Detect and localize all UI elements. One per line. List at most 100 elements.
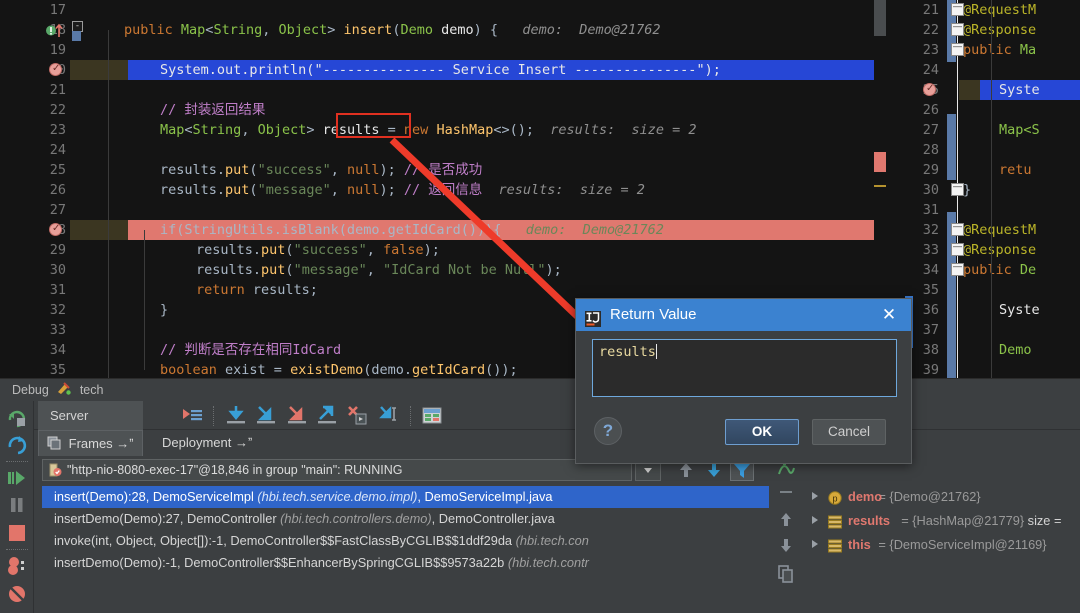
- code-token: return: [196, 282, 253, 298]
- subtab-frames[interactable]: Frames →ˮ: [38, 430, 143, 456]
- code-line[interactable]: public Ma: [963, 40, 1036, 60]
- variables-pane[interactable]: pdemo = {Demo@21762}results = {HashMap@2…: [804, 456, 1080, 613]
- code-line[interactable]: results.put("success", null); // 是否成功: [160, 160, 482, 180]
- breakpoint-icon[interactable]: [49, 63, 62, 76]
- local-variable-icon: [828, 514, 842, 528]
- fold-region-strip[interactable]: [947, 114, 956, 180]
- fold-collapse-icon[interactable]: [951, 263, 964, 276]
- code-line[interactable]: if(StringUtils.isBlank(demo.getIdCard())…: [160, 220, 664, 240]
- evaluate-expression-icon[interactable]: [419, 403, 445, 429]
- code-line[interactable]: @Response: [963, 240, 1036, 260]
- fold-region-strip[interactable]: [72, 31, 81, 41]
- move-down-icon[interactable]: [776, 536, 796, 556]
- error-marker[interactable]: [874, 152, 886, 172]
- frame-package: (hbi.tech.contr: [508, 555, 589, 570]
- code-line[interactable]: // 封装返回结果: [160, 100, 265, 120]
- code-line[interactable]: // 判断是否存在相同IdCard: [160, 340, 341, 360]
- rerun-icon[interactable]: [6, 407, 28, 429]
- frame-list-item[interactable]: insertDemo(Demo):-1, DemoController$$Enh…: [42, 552, 769, 574]
- step-out-icon[interactable]: [314, 403, 340, 429]
- thread-selector[interactable]: "http-nio-8080-exec-17"@18,846 in group …: [42, 459, 632, 481]
- pause-program-icon[interactable]: [6, 494, 28, 516]
- expand-triangle-icon[interactable]: [812, 516, 818, 524]
- code-line[interactable]: System.out.println("--------------- Serv…: [160, 60, 721, 80]
- fold-expand-icon[interactable]: [951, 183, 964, 196]
- rerun-failed-icon[interactable]: [6, 434, 28, 456]
- fold-region-strip[interactable]: [947, 212, 956, 378]
- expand-triangle-icon[interactable]: [812, 540, 818, 548]
- warning-marker[interactable]: [874, 185, 886, 187]
- right-code-editor[interactable]: 21222324252627282930313233343536373839 @…: [905, 0, 1080, 378]
- fold-collapse-icon[interactable]: [951, 43, 964, 56]
- code-line[interactable]: return results;: [196, 280, 318, 300]
- view-breakpoints-icon[interactable]: [6, 555, 28, 577]
- drop-frame-icon[interactable]: [345, 403, 371, 429]
- fold-collapse-icon[interactable]: [951, 223, 964, 236]
- line-number: 30: [8, 260, 70, 280]
- fold-collapse-icon[interactable]: [951, 23, 964, 36]
- code-line[interactable]: @Response: [963, 20, 1036, 40]
- minus-icon[interactable]: [776, 482, 796, 502]
- left-fold-column[interactable]: [70, 0, 84, 378]
- fold-collapse-icon[interactable]: [951, 243, 964, 256]
- frame-package: (hbi.tech.controllers.demo): [280, 511, 432, 526]
- implementing-method-icon[interactable]: [46, 23, 62, 37]
- code-line[interactable]: Syste: [999, 80, 1040, 100]
- move-up-icon[interactable]: [776, 510, 796, 530]
- run-to-cursor-icon[interactable]: [375, 403, 401, 429]
- resume-program-icon[interactable]: [6, 467, 28, 489]
- code-line[interactable]: @RequestM: [963, 0, 1036, 20]
- variable-row[interactable]: results = {HashMap@21779} size =: [804, 510, 1080, 532]
- tab-server[interactable]: Server: [38, 401, 143, 430]
- code-line[interactable]: results.put("message", "IdCard Not be Nu…: [196, 260, 562, 280]
- cancel-button[interactable]: Cancel: [812, 419, 886, 445]
- help-button[interactable]: ?: [594, 417, 622, 445]
- return-value-input[interactable]: results: [592, 339, 897, 397]
- close-icon[interactable]: ✕: [875, 299, 903, 331]
- code-line[interactable]: Syste: [999, 300, 1040, 320]
- breakpoint-icon[interactable]: [923, 83, 936, 96]
- expand-triangle-icon[interactable]: [812, 492, 818, 500]
- line-number: 34: [905, 260, 943, 280]
- fold-collapse-icon[interactable]: [951, 3, 964, 16]
- code-line[interactable]: Demo: [999, 340, 1040, 360]
- code-token: @Response: [963, 22, 1036, 38]
- code-line[interactable]: @RequestM: [963, 220, 1036, 240]
- force-step-into-icon[interactable]: [284, 403, 310, 429]
- code-line[interactable]: results.put("message", null); // 返回信息 re…: [160, 180, 645, 200]
- code-token: demo: [441, 22, 474, 38]
- variable-row[interactable]: pdemo = {Demo@21762}: [804, 486, 1080, 508]
- code-line[interactable]: boolean exist = existDemo(demo.getIdCard…: [160, 360, 518, 378]
- step-over-icon[interactable]: [223, 403, 249, 429]
- local-variable-icon: [828, 538, 842, 552]
- code-token: System.out.println(: [160, 62, 314, 78]
- code-line[interactable]: Map<S: [999, 120, 1040, 140]
- frame-list-item[interactable]: insertDemo(Demo):27, DemoController (hbi…: [42, 508, 769, 530]
- breakpoint-icon[interactable]: [49, 223, 62, 236]
- frame-list-item[interactable]: invoke(int, Object, Object[]):-1, DemoCo…: [42, 530, 769, 552]
- code-line[interactable]: }: [160, 300, 168, 320]
- code-line[interactable]: public Map<String, Object> insert(Demo d…: [124, 20, 661, 40]
- code-token: <: [184, 122, 192, 138]
- stop-icon[interactable]: [6, 522, 28, 544]
- code-line[interactable]: retu: [999, 160, 1032, 180]
- step-into-icon[interactable]: [253, 403, 279, 429]
- subtab-deployment[interactable]: Deployment →ˮ: [154, 430, 260, 456]
- ok-button[interactable]: OK: [725, 419, 799, 445]
- code-token: Demo@21762: [579, 22, 660, 38]
- return-value-dialog[interactable]: Return Value ✕ results ? OK Cancel: [575, 298, 912, 464]
- variable-name: demo: [848, 486, 882, 508]
- left-editor-gutter[interactable]: 17181920212223242526272829303132333435: [8, 0, 70, 378]
- code-line[interactable]: Map<String, Object> results = new HashMa…: [160, 120, 697, 140]
- copy-icon[interactable]: [776, 564, 796, 584]
- code-token: exist =: [225, 362, 290, 378]
- debug-configuration-name: tech: [80, 383, 104, 397]
- code-line[interactable]: }: [963, 180, 971, 200]
- mute-breakpoints-icon[interactable]: [6, 583, 28, 605]
- scrollbar-thumb[interactable]: [874, 0, 886, 36]
- code-line[interactable]: public De: [963, 260, 1036, 280]
- show-execution-point-icon[interactable]: [179, 403, 205, 429]
- code-line[interactable]: results.put("success", false);: [196, 240, 440, 260]
- frame-list-item[interactable]: insert(Demo):28, DemoServiceImpl (hbi.te…: [42, 486, 769, 508]
- variable-row[interactable]: this = {DemoServiceImpl@21169}: [804, 534, 1080, 556]
